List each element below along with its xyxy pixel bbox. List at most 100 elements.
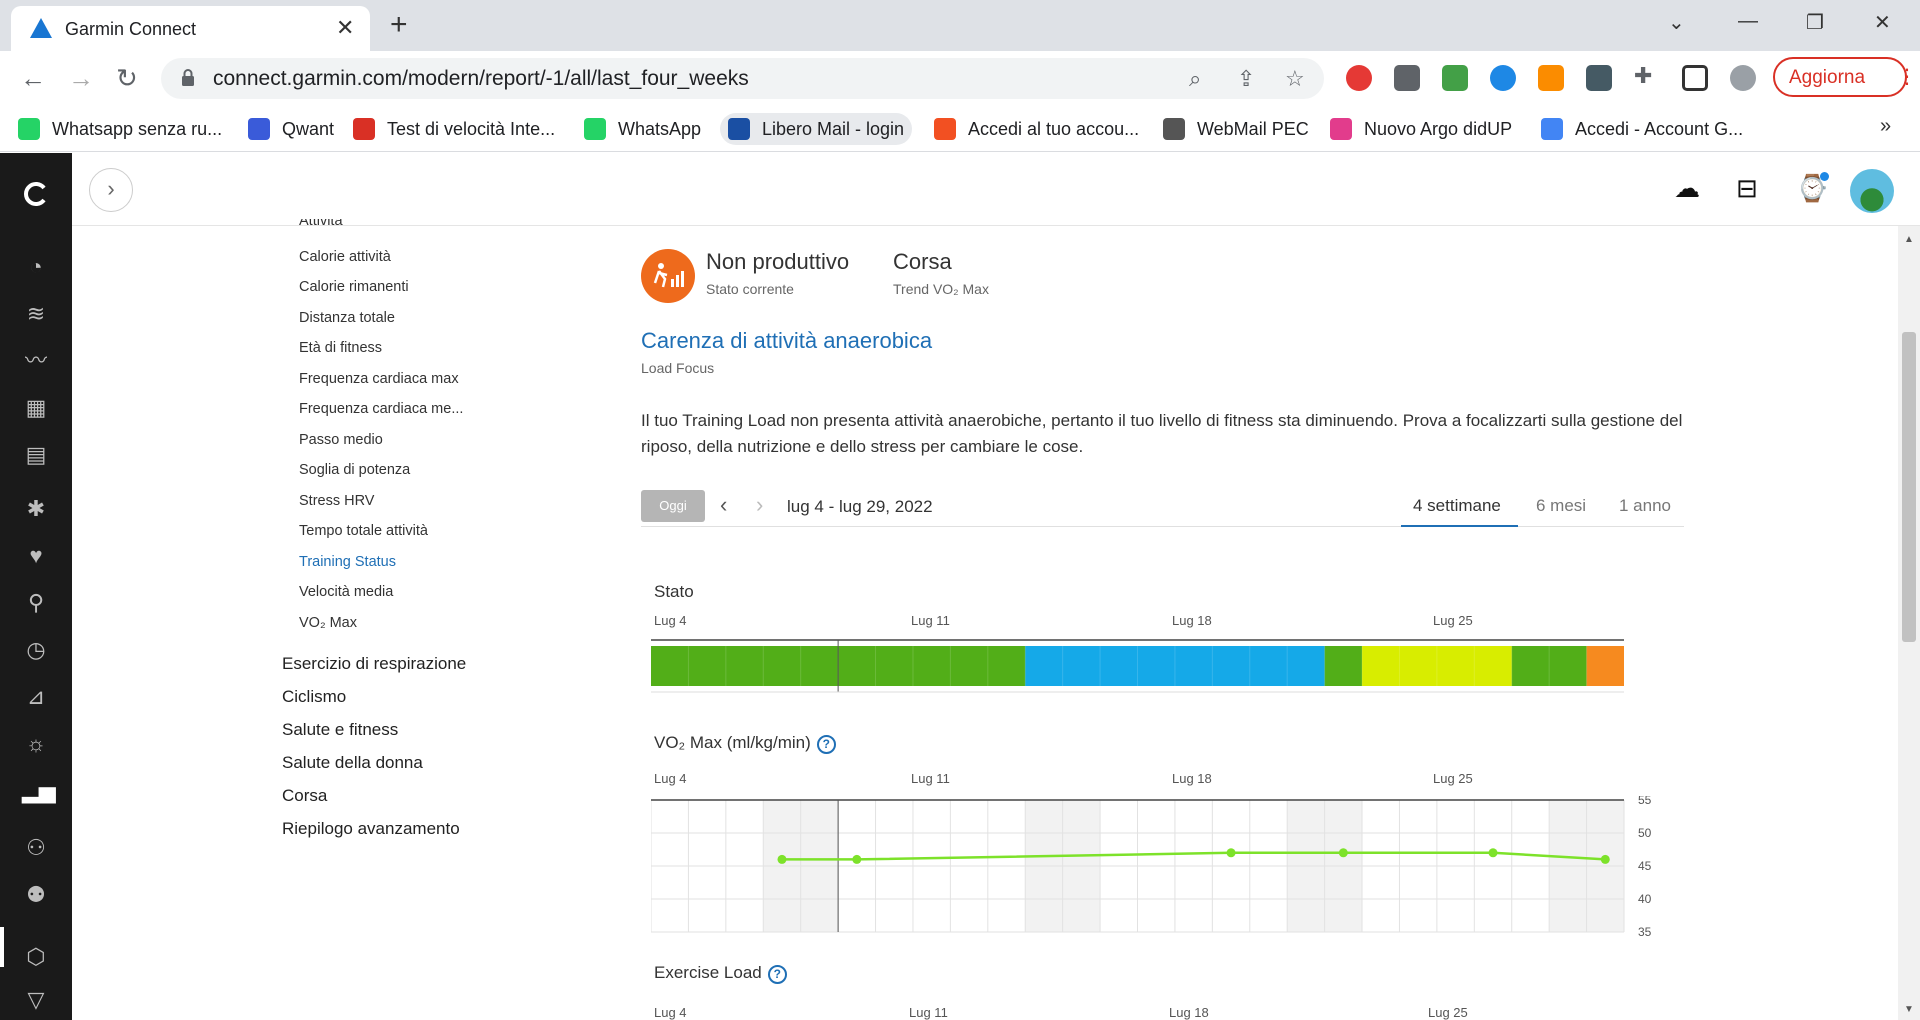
bookmark-favicon-icon [1541,118,1563,140]
report-subitem[interactable]: VO₂ Max [299,615,357,631]
report-subitem[interactable]: Calorie attività [299,249,391,265]
forward-icon[interactable]: → [68,63,94,94]
insights-icon[interactable]: ☼ [22,730,50,758]
report-subitem[interactable]: Età di fitness [299,340,382,356]
compass-icon[interactable] [1490,65,1516,91]
bookmark-favicon-icon [353,118,375,140]
load-focus-title[interactable]: Carenza di attività anaerobica [641,328,932,354]
extension-icon[interactable] [1394,65,1420,91]
url-text[interactable]: connect.garmin.com/modern/report/-1/all/… [213,67,749,91]
reload-icon[interactable]: ↻ [116,63,138,94]
avatar[interactable] [1850,169,1894,213]
badge-icon[interactable]: ⬡ [22,943,50,971]
connections-icon[interactable]: ⚇ [22,834,50,862]
profile-icon[interactable] [1730,65,1756,91]
bookmark-favicon-icon [18,118,40,140]
bookmark-item[interactable]: Accedi - Account G... [1533,113,1751,145]
extension-icon[interactable] [1586,65,1612,91]
upload-icon[interactable]: ☁ [1674,173,1700,204]
star-icon[interactable]: ☆ [1285,66,1305,92]
tab-6-months[interactable]: 6 mesi [1536,496,1586,516]
restore-icon[interactable]: ❐ [1806,10,1824,35]
calendar-icon[interactable]: ▦ [22,394,50,422]
extension-icon[interactable] [1538,65,1564,91]
report-subitem[interactable]: Distanza totale [299,310,395,326]
address-bar[interactable]: connect.garmin.com/modern/report/-1/all/… [161,58,1324,99]
today-button[interactable]: Oggi [641,490,705,522]
report-category[interactable]: Salute della donna [282,753,423,773]
minimize-icon[interactable]: — [1738,10,1758,33]
inbox-icon[interactable]: ⊟ [1736,173,1758,204]
new-tab-icon[interactable]: + [390,8,408,42]
prev-period-icon[interactable]: ‹ [720,492,727,518]
report-category[interactable]: Riepilogo avanzamento [282,819,460,839]
report-subitem[interactable]: Training Status [299,554,396,570]
help-icon[interactable]: ? [816,735,836,754]
scroll-down-icon[interactable]: ▼ [1904,1004,1914,1015]
bookmark-item[interactable]: WhatsApp [576,113,709,145]
report-subitem[interactable]: Soglia di potenza [299,462,410,478]
zoom-icon[interactable]: ⌕ [1189,66,1201,92]
bookmark-label: WhatsApp [618,118,702,139]
bookmark-item[interactable]: Test di velocità Inte... [345,113,563,145]
report-subitem[interactable]: Stress HRV [299,493,374,509]
tab-1-year[interactable]: 1 anno [1619,496,1671,516]
trend-subtitle: Trend VO₂ Max [893,281,989,297]
report-category[interactable]: Esercizio di respirazione [282,654,466,674]
expand-menu-button[interactable]: › [89,168,133,212]
bookmark-label: WebMail PEC [1197,118,1309,139]
back-icon[interactable]: ← [20,63,46,94]
training-icon[interactable]: ✱ [22,495,50,523]
reports-icon[interactable]: ▂▅ [22,777,56,805]
extension-icon[interactable] [1442,65,1468,91]
report-subitem[interactable]: Calorie rimanenti [299,279,409,295]
lock-icon [182,69,194,86]
bookmark-item[interactable]: Nuovo Argo didUP [1322,113,1520,145]
week-label: Lug 11 [909,1005,948,1020]
help-icon[interactable]: ? [767,965,787,984]
report-subitem[interactable]: Velocità media [299,584,393,600]
report-category[interactable]: Corsa [282,786,327,806]
window-close-icon[interactable]: ✕ [1874,10,1891,35]
adblock-icon[interactable] [1346,65,1372,91]
activity-icon[interactable]: 〰 [22,347,50,375]
report-category[interactable]: Salute e fitness [282,720,398,740]
menu-kebab-icon[interactable]: ⋮ [1897,64,1917,89]
report-subitem[interactable]: Attività [299,219,343,229]
browser-tab[interactable]: Garmin Connect ✕ [11,6,370,51]
update-button[interactable]: Aggiorna [1773,57,1907,97]
golf-icon[interactable]: ⚲ [22,589,50,617]
sidepanel-icon[interactable] [1682,65,1708,91]
scroll-up-icon[interactable]: ▲ [1904,234,1914,245]
bookmark-item[interactable]: WebMail PEC [1155,113,1317,145]
tab-search-icon[interactable]: ⌄ [1668,10,1685,35]
scroll-thumb[interactable] [1902,332,1916,642]
heart-icon[interactable]: ♥ [22,542,50,570]
bookmarks-overflow-icon[interactable]: » [1880,115,1891,138]
vo2-series-line [781,851,1606,861]
groups-icon[interactable]: ⚉ [22,881,50,909]
bookmark-item[interactable]: Libero Mail - login [720,113,913,145]
news-icon[interactable]: ▤ [22,441,50,469]
scrollbar[interactable]: ▲ ▼ [1898,226,1920,1020]
layers-icon[interactable]: ≋ [22,300,50,328]
bookmark-item[interactable]: Qwant [240,113,342,145]
report-subitem[interactable]: Frequenza cardiaca me... [299,401,463,417]
puzzle-icon[interactable]: ✚ [1634,63,1652,89]
garmin-connect-logo-icon[interactable] [22,180,50,208]
bookmark-item[interactable]: Accedi al tuo accou... [926,113,1147,145]
close-icon[interactable]: ✕ [336,15,354,41]
bookmark-item[interactable]: Whatsapp senza ru... [10,113,230,145]
tab-4-weeks[interactable]: 4 settimane [1413,496,1501,516]
dashboard-icon[interactable]: ◔ [22,253,50,281]
report-subitem[interactable]: Frequenza cardiaca max [299,371,459,387]
report-subitem[interactable]: Passo medio [299,432,383,448]
report-category[interactable]: Ciclismo [282,687,346,707]
challenges-icon[interactable]: ▽ [22,986,50,1014]
share-icon[interactable]: ⇪ [1237,66,1255,92]
y-tick-label: 45 [1638,859,1652,873]
report-subitem[interactable]: Tempo totale attività [299,523,428,539]
stopwatch-icon[interactable]: ◷ [22,636,50,664]
gear-shoe-icon[interactable]: ⊿ [22,683,50,711]
next-period-icon[interactable]: › [756,492,763,518]
